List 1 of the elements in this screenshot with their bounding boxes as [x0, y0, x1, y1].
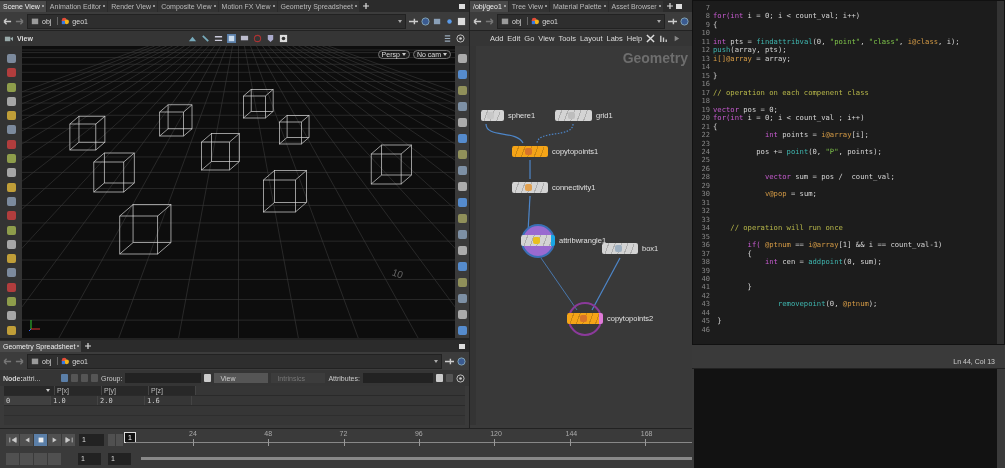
- grid-label: 10: [390, 266, 405, 281]
